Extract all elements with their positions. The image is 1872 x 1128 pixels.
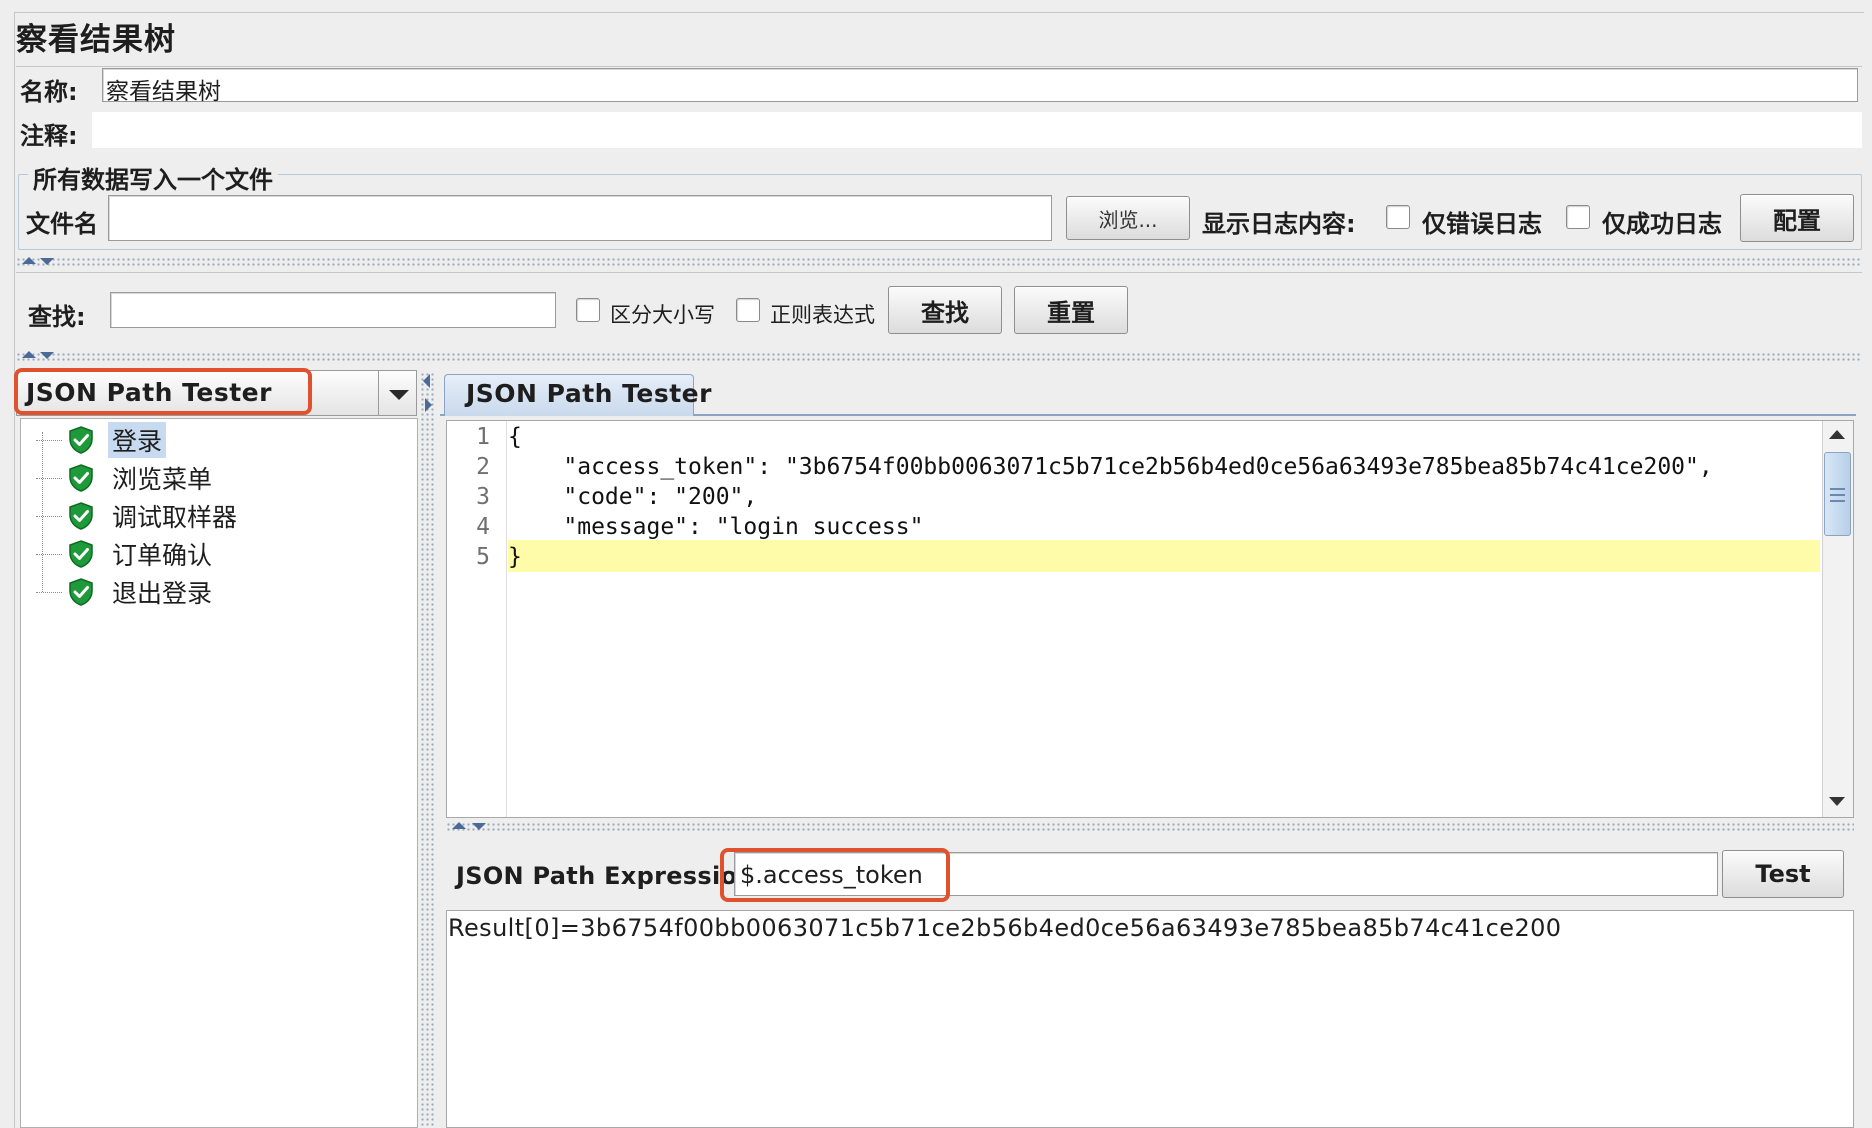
result-output[interactable] [446, 910, 1854, 1128]
result-text: Result[0]=3b6754f00bb0063071c5b71ce2b56b… [448, 914, 1562, 942]
green-shield-check-icon [69, 578, 93, 606]
tree-branch-line [36, 477, 62, 479]
line-number: 4 [476, 514, 490, 540]
json-path-expression-label: JSON Path Expression [456, 862, 755, 890]
tree-branch-line [36, 515, 62, 517]
filename-input[interactable] [108, 195, 1052, 241]
top-splitter[interactable] [16, 257, 1862, 267]
tree-item-label: 登录 [108, 422, 167, 458]
tree-item[interactable]: 订单确认 [36, 535, 216, 573]
splitter2-collapse-down-icon[interactable] [40, 352, 54, 359]
success-only-label: 仅成功日志 [1602, 210, 1722, 238]
scrollbar-grip-icon [1830, 494, 1845, 496]
tab-json-path-tester-label: JSON Path Tester [466, 379, 712, 408]
test-button[interactable]: Test [1722, 850, 1844, 898]
tree-item[interactable]: 浏览菜单 [36, 459, 216, 497]
line-number: 1 [476, 424, 490, 450]
tree-branch-line [36, 591, 62, 593]
tester-splitter[interactable] [446, 822, 1854, 832]
tester-splitter-up-icon[interactable] [452, 822, 466, 829]
regex-checkbox[interactable] [736, 298, 760, 322]
browse-button[interactable]: 浏览... [1066, 196, 1190, 240]
splitter-collapse-right-icon[interactable] [425, 398, 432, 412]
errors-only-checkbox[interactable] [1386, 205, 1410, 229]
green-shield-check-icon [69, 540, 93, 568]
vertical-splitter[interactable] [420, 372, 436, 1128]
errors-only-label: 仅错误日志 [1422, 210, 1542, 238]
splitter-collapse-up-icon[interactable] [22, 257, 36, 264]
code-line: "message": "login success" [508, 514, 924, 540]
tree-branch-line [36, 553, 62, 555]
line-number: 2 [476, 454, 490, 480]
regex-label: 正则表达式 [770, 303, 875, 327]
splitter-collapse-left-icon[interactable] [423, 374, 430, 388]
middle-splitter[interactable] [16, 352, 1862, 362]
comment-label: 注释: [20, 122, 78, 150]
splitter2-collapse-up-icon[interactable] [22, 351, 36, 358]
success-only-checkbox[interactable] [1566, 205, 1590, 229]
page-title: 察看结果树 [16, 22, 176, 58]
code-line: { [508, 424, 522, 450]
search-input[interactable] [110, 292, 556, 328]
filename-label: 文件名 [26, 210, 98, 238]
tree-item[interactable]: 登录 [36, 421, 167, 459]
scroll-up-arrow-icon[interactable] [1829, 430, 1845, 439]
name-input-value: 察看结果树 [106, 79, 221, 105]
name-label: 名称: [20, 78, 78, 106]
case-sensitive-checkbox[interactable] [576, 298, 600, 322]
tree-item-label: 调试取样器 [112, 503, 238, 532]
find-button[interactable]: 查找 [888, 286, 1002, 334]
green-shield-check-icon [69, 426, 93, 454]
line-number: 3 [476, 484, 490, 510]
current-line-highlight [508, 540, 1820, 572]
code-line: } [508, 544, 522, 570]
code-line: "code": "200", [508, 484, 758, 510]
scroll-down-arrow-icon[interactable] [1829, 797, 1845, 806]
tester-splitter-down-icon[interactable] [472, 823, 486, 830]
write-to-file-legend: 所有数据写入一个文件 [28, 160, 278, 195]
name-input[interactable] [102, 68, 1858, 102]
splitter-collapse-down-icon[interactable] [40, 258, 54, 265]
green-shield-check-icon [69, 502, 93, 530]
tree-item-label: 浏览菜单 [112, 465, 213, 494]
case-sensitive-label: 区分大小写 [610, 303, 715, 327]
line-number: 5 [476, 544, 490, 570]
log-content-label: 显示日志内容: [1202, 210, 1356, 238]
comment-input[interactable] [92, 112, 1862, 148]
renderer-annotation-highlight [14, 368, 312, 415]
reset-button[interactable]: 重置 [1014, 286, 1128, 334]
tree-item-label: 订单确认 [112, 541, 213, 570]
tree-branch-line [36, 439, 62, 441]
chevron-down-icon [389, 390, 409, 400]
search-label: 查找: [28, 303, 86, 331]
line-number-gutter [447, 421, 507, 817]
expression-annotation-highlight [720, 848, 950, 902]
tree-item-label: 退出登录 [112, 579, 213, 608]
scrollbar-grip-icon [1830, 500, 1845, 502]
scrollbar-grip-icon [1830, 488, 1845, 490]
code-line: "access_token": "3b6754f00bb0063071c5b71… [508, 454, 1713, 480]
tree-item[interactable]: 退出登录 [36, 573, 216, 611]
green-shield-check-icon [69, 464, 93, 492]
tree-item[interactable]: 调试取样器 [36, 497, 241, 535]
configure-button[interactable]: 配置 [1740, 194, 1854, 242]
